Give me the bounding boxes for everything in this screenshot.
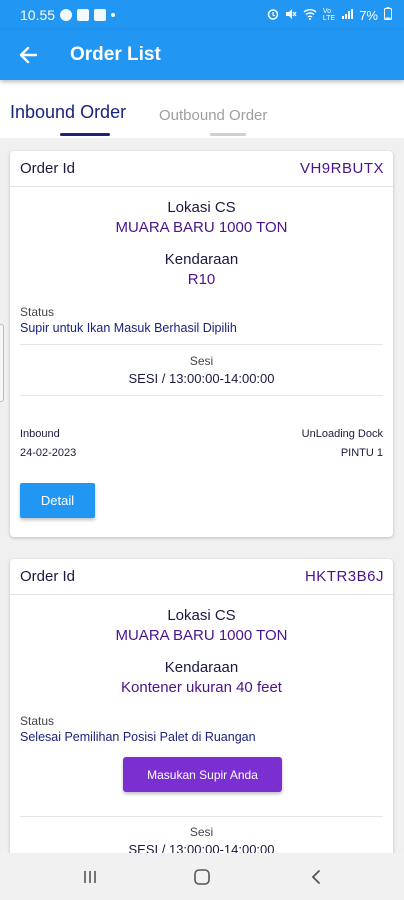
tab-outbound-order[interactable]: Outbound Order [159,107,267,124]
order-list[interactable]: Order Id VH9RBUTX Lokasi CS MUARA BARU 1… [0,138,404,853]
page-title: Order List [70,44,161,65]
recent-apps-icon [84,870,96,883]
system-nav-bar [0,853,404,900]
status-bar: 10.55 Vo LTE 7% [0,0,404,30]
detail-button[interactable]: Detail [20,483,95,518]
status-value: Supir untuk Ikan Masuk Berhasil Dipilih [20,321,237,335]
status-time: 10.55 [20,7,56,23]
signal-icon [341,8,354,23]
order-id-label: Order Id [20,568,76,585]
order-id-label: Order Id [20,160,76,177]
inactive-tab-indicator [210,133,246,136]
order-card: Order Id HKTR3B6J Lokasi CS MUARA BARU 1… [10,559,393,853]
home-button[interactable] [172,853,232,900]
arrow-left-icon [19,46,37,64]
nav-back-button[interactable] [286,853,346,900]
battery-level: 7% [359,7,378,23]
lokasi-value: MUARA BARU 1000 TON [115,219,288,236]
kendaraan-label: Kendaraan [164,251,239,268]
mute-icon [285,8,297,23]
sesi-label: Sesi [189,354,214,368]
dock-value: PINTU 1 [340,447,383,459]
masukan-supir-button[interactable]: Masukan Supir Anda [123,757,282,792]
mail-icon [77,9,90,21]
dot-icon [111,13,116,17]
status-label: Status [20,305,55,319]
kendaraan-label: Kendaraan [164,659,239,676]
order-id-value: HKTR3B6J [304,568,384,585]
whatsapp-icon [60,9,73,21]
kendaraan-value: R10 [187,271,216,288]
order-card-header: Order Id VH9RBUTX [10,151,393,187]
lokasi-label: Lokasi CS [167,607,236,624]
battery-icon [384,7,392,23]
active-tab-indicator [60,133,110,136]
order-id-value: VH9RBUTX [299,160,384,177]
facebook-icon [94,9,107,21]
alarm-icon [267,8,279,23]
sesi-value: SESI / 13:00:00-14:00:00 [128,371,275,386]
order-type-label: Inbound [20,428,60,440]
order-card: Order Id VH9RBUTX Lokasi CS MUARA BARU 1… [10,151,393,537]
side-panel-handle[interactable] [0,324,4,402]
kendaraan-value: Kontener ukuran 40 feet [121,679,282,696]
order-date: 24-02-2023 [20,447,77,459]
back-button[interactable] [0,30,56,80]
wifi-icon [303,8,317,23]
lokasi-label: Lokasi CS [167,199,236,216]
sesi-label: Sesi [189,825,214,839]
app-bar: Order List [0,30,404,80]
back-icon [311,869,320,884]
dock-label: UnLoading Dock [301,428,383,440]
status-label: Status [20,714,55,728]
lokasi-value: MUARA BARU 1000 TON [115,627,288,644]
sesi-value: SESI / 13:00:00-14:00:00 [128,842,275,853]
volte-icon: Vo LTE [322,8,336,22]
divider [20,344,383,345]
divider [20,395,383,396]
order-tabs: Inbound Order Outbound Order [0,80,404,138]
home-icon [194,868,210,885]
status-value: Selesai Pemilihan Posisi Palet di Ruanga… [20,730,256,744]
recent-apps-button[interactable] [60,853,120,900]
order-card-header: Order Id HKTR3B6J [10,559,393,595]
tab-inbound-order[interactable]: Inbound Order [10,102,126,123]
divider [20,816,383,817]
